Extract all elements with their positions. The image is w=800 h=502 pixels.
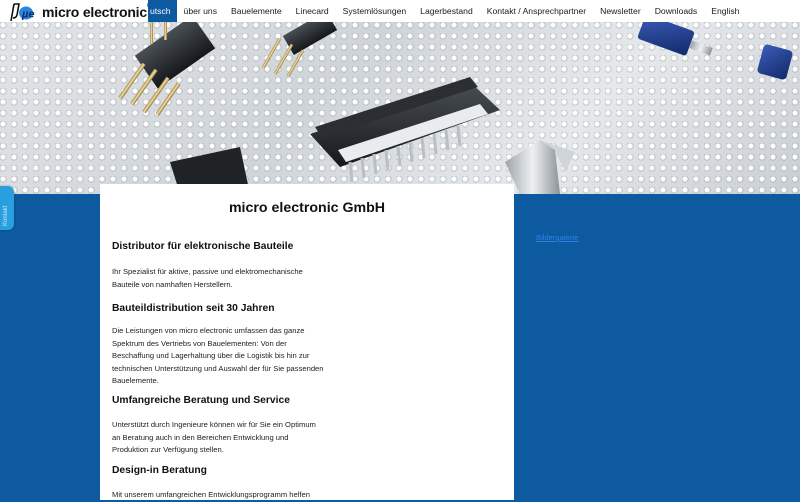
fpc-connector	[310, 77, 500, 183]
logo-mark-text: µe	[21, 8, 34, 20]
nav-link[interactable]: Linecard	[289, 0, 336, 22]
nav-link[interactable]: Systemlösungen	[336, 0, 414, 22]
top-navigation: µe micro electronic® utschüber unsBauele…	[0, 0, 800, 22]
nav-item: Kontakt / Ansprechpartner	[480, 0, 593, 22]
nav-item: Bauelemente	[224, 0, 289, 22]
section-heading: Design-in Beratung	[112, 465, 207, 476]
nav-item: über uns	[177, 0, 224, 22]
nav-item: English	[704, 0, 746, 22]
section-text: Ihr Spezialist für aktive, passive und e…	[112, 266, 342, 291]
blue-trimmer-component	[637, 22, 793, 80]
page-title: micro electronic GmbH	[228, 200, 386, 216]
nav-item: utsch	[148, 0, 177, 22]
pin-header-middle	[261, 22, 338, 77]
section-text-line: an Beratung auch in den Bereichen Entwic…	[112, 432, 289, 442]
side-tab-label: Kontakt	[3, 205, 9, 226]
nav-item: Downloads	[648, 0, 705, 22]
nav-link[interactable]: utsch	[148, 0, 177, 22]
nav-item: Lagerbestand	[413, 0, 480, 22]
section-text-line: Die Leistungen von micro electronic umfa…	[112, 326, 305, 335]
nav-link[interactable]: Lagerbestand	[413, 0, 480, 22]
section-heading: Distributor für elektronische Bauteile	[112, 241, 294, 252]
section-text-line: Ihr Spezialist für aktive, passive und e…	[112, 267, 303, 276]
hero-banner-image	[0, 22, 800, 194]
pin-header-left	[118, 22, 216, 116]
section-text-line: Beschaffung und Lagerhaltung über die Lo…	[112, 351, 310, 361]
nav-link[interactable]: über uns	[177, 0, 224, 22]
content-card: micro electronic GmbH Distributor für el…	[100, 184, 514, 500]
nav-item: Systemlösungen	[336, 0, 414, 22]
section-text-line: Bauteile von namhaften Herstellern.	[112, 279, 233, 289]
section-text: Unterstützt durch Ingenieure können wir …	[112, 419, 342, 457]
nav-link[interactable]: Bauelemente	[224, 0, 289, 22]
logo-mark-icon: µe	[10, 2, 34, 21]
nav-item: Newsletter	[593, 0, 648, 22]
logo-link[interactable]: µe micro electronic®	[8, 1, 153, 22]
section-text-line: technischen Unterstützung und Auswahl de…	[112, 363, 324, 373]
nav-link[interactable]: English	[704, 0, 746, 22]
nav-link[interactable]: Kontakt / Ansprechpartner	[480, 0, 593, 22]
image-gallery-link[interactable]: Bildergalerie	[536, 233, 578, 242]
brand-name-text: micro electronic	[42, 3, 147, 20]
section-text-line: Produktion zur Verfügung stellen.	[112, 445, 224, 455]
nav-link[interactable]: Downloads	[648, 0, 705, 22]
section-text-line: Unterstützt durch Ingenieure können wir …	[112, 420, 316, 429]
section-text-line: Spektrum des Vertriebs von Bauelementen:…	[112, 338, 287, 348]
electronic-components-illustration	[118, 22, 793, 194]
section-heading: Bauteildistribution seit 30 Jahren	[112, 303, 275, 314]
main-menu: utsch über uns Bauelemente Linecard Systemlö…	[148, 0, 746, 22]
brand-name: micro electronic®	[42, 1, 153, 20]
side-contact-tab[interactable]: Kontakt	[0, 186, 14, 230]
nav-item: Linecard	[289, 0, 336, 22]
metal-clip	[505, 140, 575, 194]
section-text: Die Leistungen von micro electronic umfa…	[112, 325, 342, 388]
section-text-line: Bauelemente.	[112, 376, 159, 386]
section-heading: Umfangreiche Beratung und Service	[112, 395, 290, 406]
nav-link[interactable]: Newsletter	[593, 0, 648, 22]
